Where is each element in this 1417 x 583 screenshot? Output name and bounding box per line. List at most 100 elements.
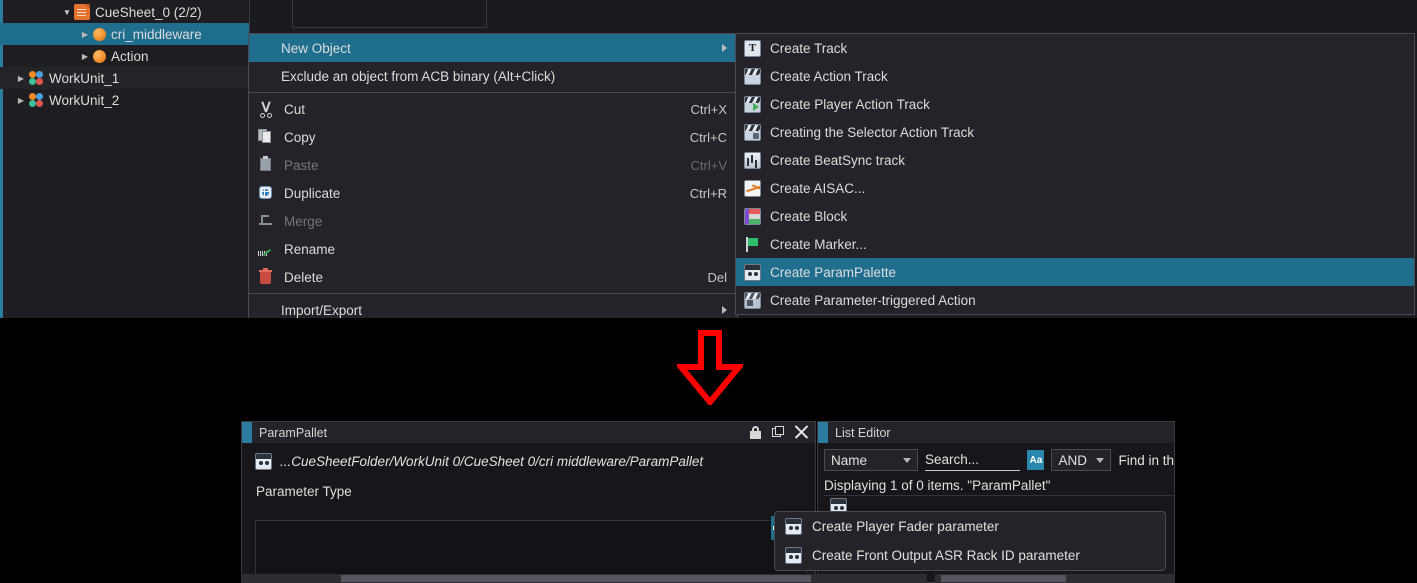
chevron-down-icon bbox=[1096, 457, 1105, 463]
menu-item-shortcut: Ctrl+V bbox=[690, 157, 727, 173]
lock-icon[interactable] bbox=[748, 425, 763, 440]
submenu-item-label: Create Marker... bbox=[770, 236, 867, 252]
menu-item-label: Cut bbox=[284, 101, 306, 117]
search-input[interactable]: Search... bbox=[925, 449, 1021, 471]
track-icon bbox=[744, 39, 761, 57]
menu-item-copy[interactable]: Copy Ctrl+C bbox=[249, 123, 737, 151]
close-icon[interactable] bbox=[794, 425, 809, 440]
menu-item-new-object[interactable]: New Object bbox=[249, 34, 737, 62]
top-editor-section: ▼ CueSheet_0 (2/2) ▶ cri_middleware ▶ Ac… bbox=[0, 0, 1417, 318]
menu-item-shortcut: Del bbox=[707, 269, 727, 285]
workunit-icon bbox=[28, 92, 44, 108]
tree-item-cri-middleware[interactable]: ▶ cri_middleware bbox=[0, 23, 249, 45]
annotation-arrow bbox=[674, 330, 746, 407]
find-in-label: Find in th bbox=[1118, 452, 1174, 468]
tree-item-label: Action bbox=[111, 48, 149, 64]
expander-triangle-right-icon[interactable]: ▶ bbox=[78, 52, 92, 61]
parameter-triggered-action-icon bbox=[744, 291, 761, 309]
submenu-item-create-selector-action-track[interactable]: Creating the Selector Action Track bbox=[736, 118, 1414, 146]
menu-item-label: Rename bbox=[284, 241, 336, 257]
submenu-item-label: Create Action Track bbox=[770, 68, 888, 84]
parampallet-titlebar[interactable]: ParamPallet bbox=[242, 422, 815, 443]
filter-field-select[interactable]: Name bbox=[824, 449, 918, 471]
menu-item-paste: Paste Ctrl+V bbox=[249, 151, 737, 179]
list-editor-toolbar: Name Search... Aa AND Find in th bbox=[818, 443, 1174, 471]
new-object-submenu: Create Track Create Action Track Create … bbox=[735, 33, 1415, 315]
tree-item-label: CueSheet_0 (2/2) bbox=[95, 4, 202, 20]
submenu-item-label: Create AISAC... bbox=[770, 180, 866, 196]
submenu-item-label: Create BeatSync track bbox=[770, 152, 906, 168]
parampallet-path: ...CueSheetFolder/WorkUnit 0/CueSheet 0/… bbox=[242, 443, 815, 470]
submenu-item-label: Creating the Selector Action Track bbox=[770, 124, 975, 140]
menu-item-create-front-output-asr-rack-id-parameter[interactable]: Create Front Output ASR Rack ID paramete… bbox=[775, 541, 1165, 570]
tree-item-workunit-2[interactable]: ▶ WorkUnit_2 bbox=[0, 89, 249, 111]
panel-title: ParamPallet bbox=[259, 425, 328, 440]
menu-item-label: Delete bbox=[284, 269, 324, 285]
paste-icon bbox=[257, 156, 275, 174]
floating-cue-tab[interactable]: cri_middleware bbox=[292, 0, 487, 28]
menu-item-label: Exclude an object from ACB binary (Alt+C… bbox=[281, 68, 556, 84]
panel-title: List Editor bbox=[835, 425, 891, 440]
list-editor-titlebar[interactable]: List Editor bbox=[818, 422, 1174, 443]
copy-icon bbox=[257, 128, 275, 146]
submenu-arrow-icon bbox=[722, 306, 727, 314]
parampalette-icon bbox=[744, 263, 761, 281]
submenu-item-create-aisac[interactable]: Create AISAC... bbox=[736, 174, 1414, 202]
submenu-item-label: Create Parameter-triggered Action bbox=[770, 292, 976, 308]
logic-operator-select[interactable]: AND bbox=[1051, 449, 1112, 471]
tree-item-workunit-1[interactable]: ▶ WorkUnit_1 bbox=[0, 67, 249, 89]
marker-flag-icon bbox=[744, 236, 761, 253]
menu-item-create-player-fader-parameter[interactable]: Create Player Fader parameter bbox=[775, 512, 1165, 541]
scrollbar-thumb-right[interactable] bbox=[941, 575, 1066, 582]
cut-icon bbox=[257, 100, 275, 118]
parampalette-icon bbox=[785, 547, 802, 564]
cue-ball-icon bbox=[93, 50, 106, 63]
menu-item-label: Copy bbox=[284, 129, 316, 145]
player-action-track-icon bbox=[744, 95, 761, 113]
workunit-icon bbox=[28, 70, 44, 86]
menu-item-duplicate[interactable]: Duplicate Ctrl+R bbox=[249, 179, 737, 207]
delete-icon bbox=[257, 268, 275, 286]
menu-item-exclude-from-acb[interactable]: Exclude an object from ACB binary (Alt+C… bbox=[249, 62, 737, 90]
match-case-toggle[interactable]: Aa bbox=[1027, 450, 1045, 470]
expander-triangle-right-icon[interactable]: ▶ bbox=[78, 30, 92, 39]
tree-item-cuesheet-0[interactable]: ▼ CueSheet_0 (2/2) bbox=[0, 1, 249, 23]
search-placeholder: Search... bbox=[925, 452, 980, 467]
rename-icon bbox=[257, 240, 275, 258]
submenu-item-create-player-action-track[interactable]: Create Player Action Track bbox=[736, 90, 1414, 118]
float-icon[interactable] bbox=[771, 425, 786, 440]
submenu-item-create-parampalette[interactable]: Create ParamPalette bbox=[736, 258, 1414, 286]
menu-separator bbox=[249, 293, 737, 294]
tree-item-action[interactable]: ▶ Action bbox=[0, 45, 249, 67]
menu-item-label: Paste bbox=[284, 157, 319, 173]
parameter-list-area[interactable] bbox=[255, 520, 807, 577]
submenu-item-label: Create Player Action Track bbox=[770, 96, 930, 112]
submenu-item-label: Create Block bbox=[770, 208, 848, 224]
expander-triangle-right-icon[interactable]: ▶ bbox=[14, 74, 28, 83]
menu-item-delete[interactable]: Delete Del bbox=[249, 263, 737, 291]
menu-item-cut[interactable]: Cut Ctrl+X bbox=[249, 95, 737, 123]
menu-item-shortcut: Ctrl+X bbox=[690, 101, 727, 117]
submenu-item-create-action-track[interactable]: Create Action Track bbox=[736, 62, 1414, 90]
filter-field-value: Name bbox=[831, 452, 868, 468]
scrollbar-thumb-left[interactable] bbox=[341, 575, 811, 582]
expander-triangle-down-icon[interactable]: ▼ bbox=[60, 8, 74, 17]
submenu-item-create-marker[interactable]: Create Marker... bbox=[736, 230, 1414, 258]
expander-triangle-right-icon[interactable]: ▶ bbox=[14, 96, 28, 105]
submenu-item-label: Create ParamPalette bbox=[770, 264, 897, 280]
tree-item-label: WorkUnit_1 bbox=[49, 70, 120, 86]
submenu-item-create-parameter-triggered-action[interactable]: Create Parameter-triggered Action bbox=[736, 286, 1414, 314]
menu-separator bbox=[249, 92, 737, 93]
menu-item-rename[interactable]: Rename bbox=[249, 235, 737, 263]
submenu-item-create-block[interactable]: Create Block bbox=[736, 202, 1414, 230]
menu-item-import-export[interactable]: Import/Export bbox=[249, 296, 737, 318]
menu-item-shortcut: Ctrl+R bbox=[689, 185, 727, 201]
submenu-item-label: Create Track bbox=[770, 40, 848, 56]
horizontal-scrollbar-strip bbox=[241, 574, 1175, 583]
bottom-editor-section: ParamPallet ...CueSheetFolder/WorkUnit 0… bbox=[0, 406, 1417, 583]
object-tree-panel: ▼ CueSheet_0 (2/2) ▶ cri_middleware ▶ Ac… bbox=[0, 0, 250, 318]
submenu-item-create-beatsync-track[interactable]: Create BeatSync track bbox=[736, 146, 1414, 174]
submenu-item-create-track[interactable]: Create Track bbox=[736, 34, 1414, 62]
path-text: ...CueSheetFolder/WorkUnit 0/CueSheet 0/… bbox=[280, 454, 704, 469]
parampallet-body: ...CueSheetFolder/WorkUnit 0/CueSheet 0/… bbox=[242, 443, 815, 583]
